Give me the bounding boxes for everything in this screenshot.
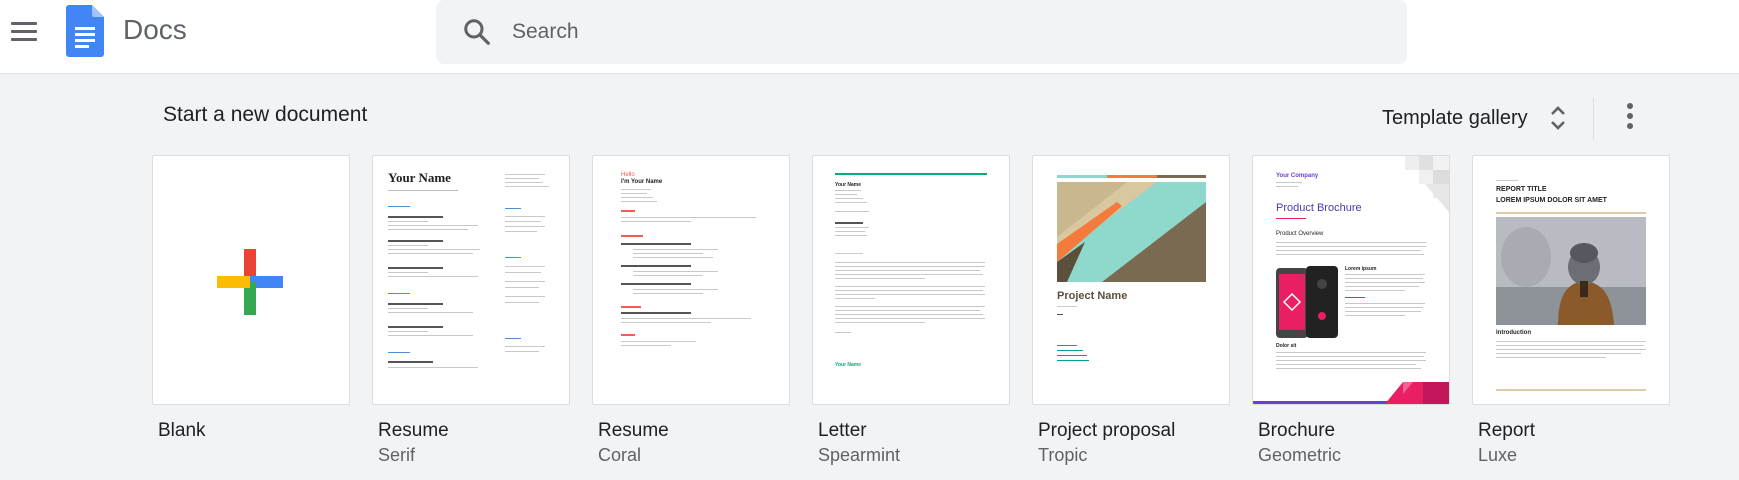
template-style: Spearmint — [818, 445, 901, 465]
template-thumbnail[interactable]: Project Name — [1032, 155, 1230, 405]
template-name: Blank — [158, 420, 206, 441]
phone-image — [1276, 266, 1338, 338]
more-options-button[interactable] — [1610, 96, 1650, 136]
template-thumbnail[interactable]: REPORT TITLE LOREM IPSUM DOLOR SIT AMET … — [1472, 155, 1670, 405]
thumb-section-heading: Dolor sit — [1276, 343, 1297, 349]
footer-pattern — [1253, 382, 1449, 404]
thumb-heading: Hello — [621, 172, 635, 178]
thumb-subheading: I'm Your Name — [621, 179, 663, 185]
thumb-heading: Project Name — [1057, 290, 1128, 302]
template-style: Luxe — [1478, 445, 1518, 465]
toolbar-divider — [1593, 98, 1594, 140]
thumb-section-heading: Introduction — [1496, 330, 1531, 336]
template-gallery-label: Template gallery — [1382, 106, 1528, 129]
template-thumbnail[interactable]: Your Name — [372, 155, 570, 405]
thumb-heading: Your Name — [835, 182, 862, 188]
template-style: Tropic — [1038, 445, 1088, 465]
menu-icon — [11, 21, 37, 25]
thumb-heading: Product Brochure — [1276, 202, 1362, 214]
template-name: Report — [1478, 420, 1536, 441]
template-gallery-button[interactable]: Template gallery — [1372, 98, 1578, 138]
section-title: Start a new document — [163, 103, 368, 126]
template-name: Resume — [378, 420, 449, 441]
cover-graphic — [1057, 182, 1206, 282]
search-input[interactable] — [512, 16, 1372, 48]
app-title[interactable]: Docs — [123, 14, 187, 46]
template-name: Brochure — [1258, 420, 1336, 441]
template-style: Geometric — [1258, 445, 1342, 465]
more-vert-icon — [1627, 103, 1633, 109]
top-app-bar: Docs — [0, 0, 1739, 74]
cover-photo — [1496, 217, 1646, 325]
docs-logo-icon[interactable] — [66, 5, 104, 57]
thumb-company: Your Company — [1276, 173, 1319, 179]
plus-icon — [217, 249, 283, 315]
search-bar[interactable] — [436, 0, 1407, 64]
template-name: Resume — [598, 420, 669, 441]
template-style: Serif — [378, 445, 416, 465]
template-name: Project proposal — [1038, 420, 1176, 441]
thumb-section-heading: Lorem ipsum — [1345, 266, 1377, 272]
template-thumbnail[interactable]: Your Company Product Brochure Product Ov… — [1252, 155, 1450, 405]
template-thumbnail[interactable]: Your Name Your Name — [812, 155, 1010, 405]
template-style: Coral — [598, 445, 642, 465]
template-name: Letter — [818, 420, 867, 441]
thumb-heading: Your Name — [388, 170, 451, 185]
template-thumbnail[interactable] — [152, 155, 350, 405]
unfold-icon — [1550, 106, 1565, 130]
corner-pattern — [1405, 156, 1449, 212]
main-menu-button[interactable] — [4, 11, 44, 51]
thumb-footer: Your Name — [835, 362, 862, 368]
template-thumbnail[interactable]: Hello I'm Your Name — [592, 155, 790, 405]
search-icon[interactable] — [462, 17, 492, 47]
thumb-subheading: LOREM IPSUM DOLOR SIT AMET — [1496, 197, 1607, 204]
thumb-heading: REPORT TITLE — [1496, 186, 1547, 193]
thumb-subheading: Product Overview — [1276, 231, 1324, 237]
